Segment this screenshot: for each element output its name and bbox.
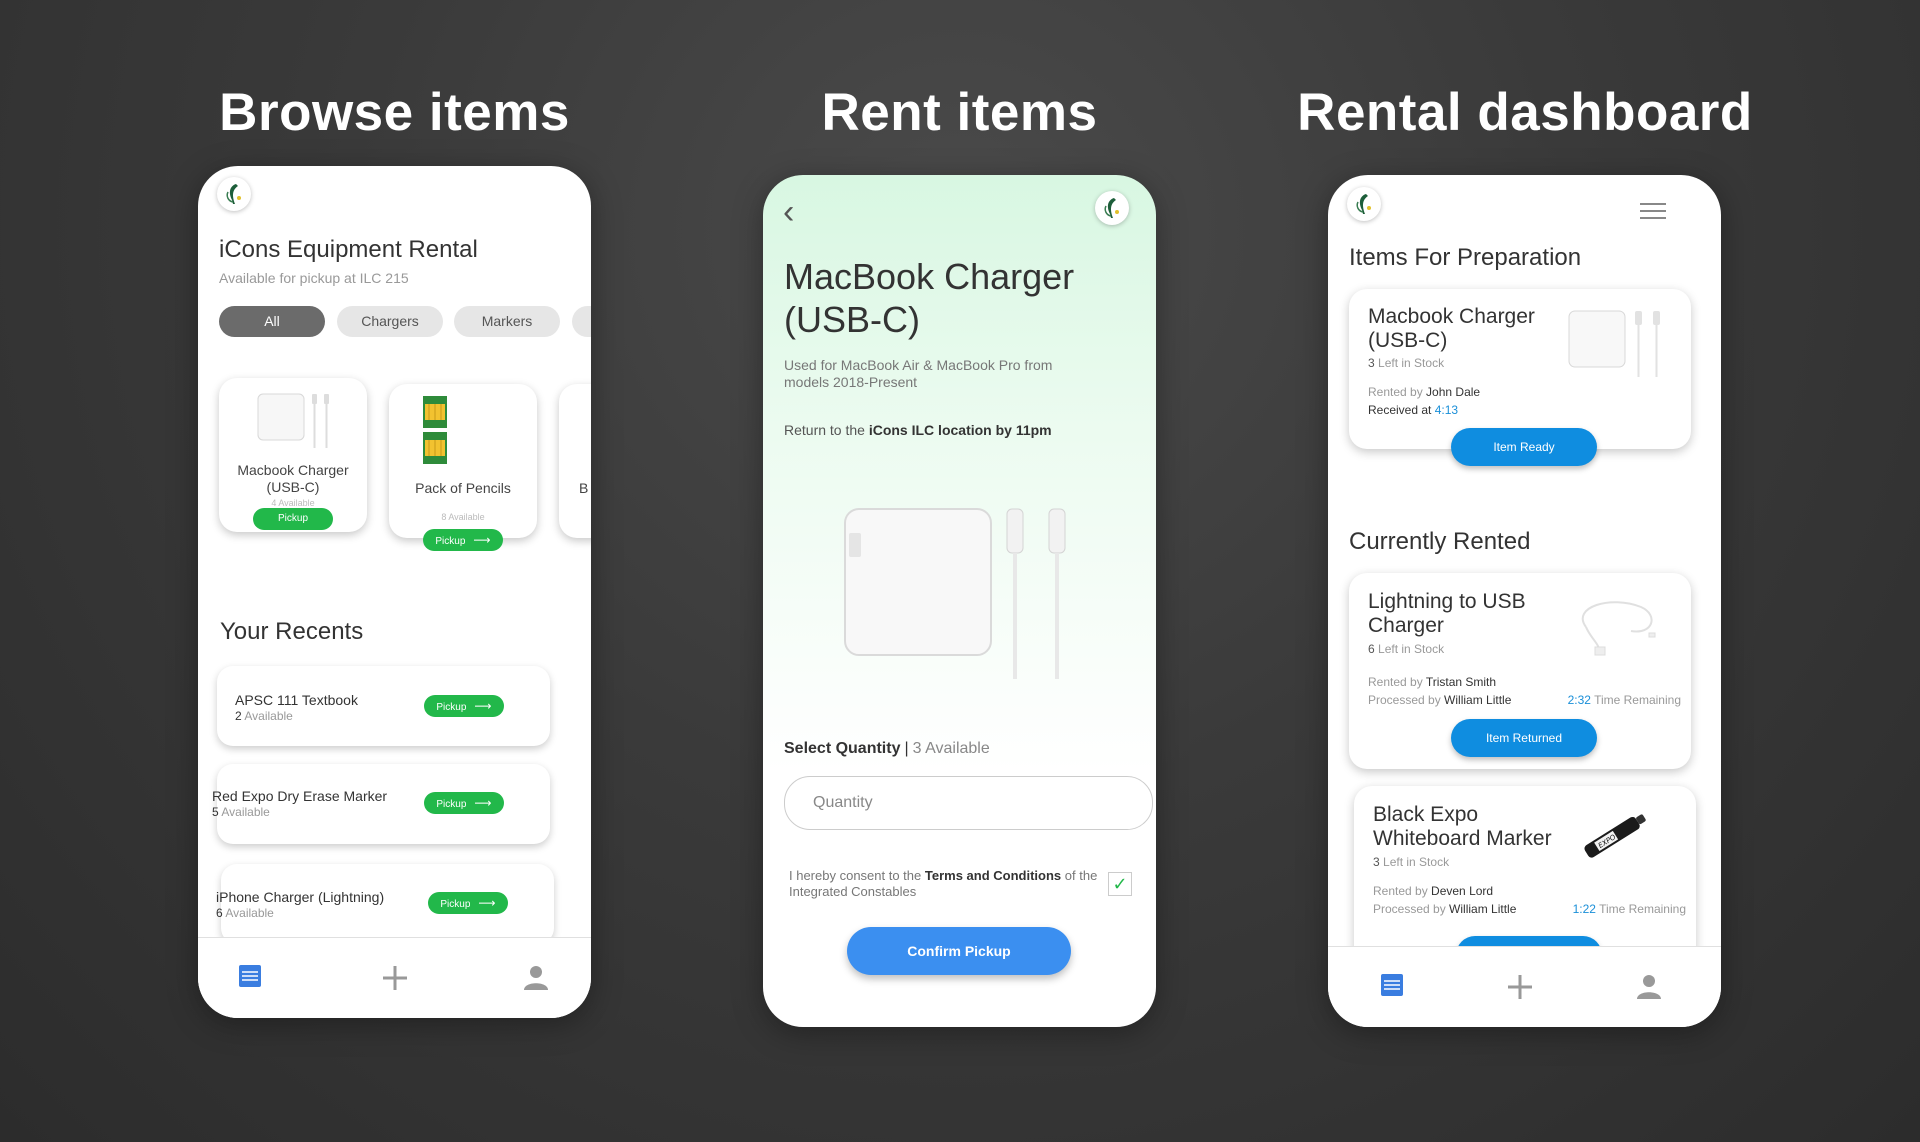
item-card[interactable]: B — [559, 384, 591, 538]
logo-icon[interactable] — [217, 177, 251, 211]
browse-screen: iCons Equipment Rental Available for pic… — [198, 166, 591, 1018]
pickup-label: Pickup — [277, 513, 308, 524]
item-stock: 3 Left in Stock — [1373, 855, 1450, 869]
pickup-button[interactable]: Pickup ⟶ — [423, 529, 503, 551]
menu-icon[interactable] — [1640, 203, 1666, 224]
item-name: Black Expo Whiteboard Marker — [1373, 803, 1552, 850]
recent-item-name: iPhone Charger (Lightning) — [216, 889, 385, 905]
plus-icon[interactable] — [1506, 973, 1534, 1001]
item-title: MacBook Charger (USB-C) — [784, 256, 1075, 340]
pickup-button[interactable]: Pickup ⟶ — [428, 892, 508, 914]
pickup-button[interactable]: Pickup — [253, 508, 333, 530]
rented-heading: Currently Rented — [1349, 528, 1531, 555]
dashboard-screen: Items For Preparation Macbook Charger (U… — [1328, 175, 1721, 1027]
filter-chip-chargers[interactable]: Chargers — [337, 306, 443, 337]
rented-by: Rented by John Dale — [1368, 385, 1481, 399]
plus-icon[interactable] — [381, 964, 409, 992]
item-ready-button[interactable]: Item Ready — [1451, 428, 1597, 466]
recent-item-availability: 5 Available — [212, 805, 270, 819]
filter-chip-markers[interactable]: Markers — [454, 306, 560, 337]
item-card[interactable]: Macbook Charger (USB-C) 4 Available Pick… — [219, 378, 367, 532]
prep-heading: Items For Preparation — [1349, 244, 1582, 271]
item-stock: 3 Left in Stock — [1368, 356, 1445, 370]
user-icon[interactable] — [523, 964, 549, 990]
recent-item-availability: 6 Available — [216, 906, 274, 920]
list-icon[interactable] — [1380, 973, 1404, 997]
pickup-label: Pickup — [435, 536, 466, 547]
filter-chip-more[interactable] — [572, 306, 591, 337]
recent-item[interactable]: iPhone Charger (Lightning) 6 Available P… — [216, 864, 554, 944]
recent-item[interactable]: Red Expo Dry Erase Marker 5 Available Pi… — [212, 764, 550, 844]
recent-item-name: Red Expo Dry Erase Marker — [212, 788, 388, 804]
pickup-label: Pickup — [436, 702, 467, 713]
app-subtitle: Available for pickup at ILC 215 — [219, 270, 409, 286]
item-card[interactable]: Pack of Pencils 8 Available Pickup ⟶ — [389, 384, 537, 551]
consent-text: I hereby consent to the Terms and Condit… — [789, 868, 1098, 899]
pickup-button[interactable]: Pickup ⟶ — [424, 695, 504, 717]
arrow-right-icon: ⟶ — [474, 796, 492, 810]
quantity-input[interactable] — [784, 776, 1153, 830]
arrow-right-icon: ⟶ — [474, 699, 492, 713]
item-name: Macbook Charger (USB-C) — [1368, 305, 1535, 352]
consent-checkbox[interactable]: ✓ — [1108, 872, 1132, 896]
item-availability: 8 Available — [441, 512, 485, 522]
rent-items-heading: Rent items — [821, 83, 1098, 142]
logo-icon[interactable] — [1095, 191, 1129, 225]
recent-item-name: APSC 111 Textbook — [235, 692, 358, 708]
pickup-label: Pickup — [436, 799, 467, 810]
user-icon[interactable] — [1636, 973, 1662, 999]
filter-chip-all[interactable]: All — [219, 306, 325, 337]
item-stock: 6 Left in Stock — [1368, 642, 1445, 656]
logo-icon[interactable] — [1347, 187, 1381, 221]
processed-by: Processed by William Little — [1373, 902, 1517, 916]
macbook-charger-image — [257, 393, 329, 448]
item-name: Pack of Pencils — [415, 480, 511, 496]
pencils-image — [423, 396, 447, 464]
back-chevron-icon[interactable]: ‹ — [783, 195, 794, 229]
browse-items-heading: Browse items — [219, 83, 570, 142]
item-name: Macbook Charger (USB-C) — [237, 462, 349, 495]
return-info: Return to the iCons ILC location by 11pm — [784, 422, 1052, 438]
quantity-label: Select Quantity | 3 Available — [784, 740, 990, 757]
item-description: Used for MacBook Air & MacBook Pro from … — [784, 357, 1053, 390]
lightning-cable-image — [1582, 601, 1656, 656]
bottom-nav — [198, 937, 591, 1018]
arrow-right-icon: ⟶ — [478, 896, 496, 910]
time-remaining: 1:22 Time Remaining — [1572, 902, 1686, 916]
recents-heading: Your Recents — [220, 618, 364, 645]
rented-by: Rented by Tristan Smith — [1368, 675, 1497, 689]
time-remaining: 2:32 Time Remaining — [1567, 693, 1681, 707]
prep-item-card: Macbook Charger (USB-C) 3 Left in Stock … — [1349, 289, 1691, 466]
item-name: B — [579, 480, 589, 496]
received-at: Received at 4:13 — [1368, 403, 1459, 417]
list-icon[interactable] — [238, 964, 262, 988]
arrow-right-icon: ⟶ — [473, 533, 491, 547]
item-name: Lightning to USB Charger — [1368, 590, 1526, 637]
recent-item[interactable]: APSC 111 Textbook 2 Available Pickup ⟶ — [217, 666, 550, 746]
item-availability: 4 Available — [271, 498, 315, 508]
app-title: iCons Equipment Rental — [219, 236, 478, 263]
item-returned-button[interactable]: Item Returned — [1451, 719, 1597, 757]
recent-item-availability: 2 Available — [235, 709, 293, 723]
macbook-charger-image — [1568, 310, 1660, 377]
pickup-label: Pickup — [440, 899, 471, 910]
rented-by: Rented by Deven Lord — [1373, 884, 1494, 898]
confirm-pickup-button[interactable]: Confirm Pickup — [847, 927, 1071, 975]
rent-screen: ‹ MacBook Charger (USB-C) Used for MacBo… — [763, 175, 1156, 1027]
checkmark-icon: ✓ — [1112, 874, 1128, 894]
pickup-button[interactable]: Pickup ⟶ — [424, 792, 504, 814]
rental-dashboard-heading: Rental dashboard — [1297, 83, 1753, 142]
macbook-charger-image — [844, 508, 1066, 679]
bottom-nav — [1328, 946, 1721, 1027]
expo-marker-image: EXPO — [1584, 814, 1646, 858]
rented-item-card: Lightning to USB Charger 6 Left in Stock… — [1349, 573, 1691, 769]
processed-by: Processed by William Little — [1368, 693, 1512, 707]
